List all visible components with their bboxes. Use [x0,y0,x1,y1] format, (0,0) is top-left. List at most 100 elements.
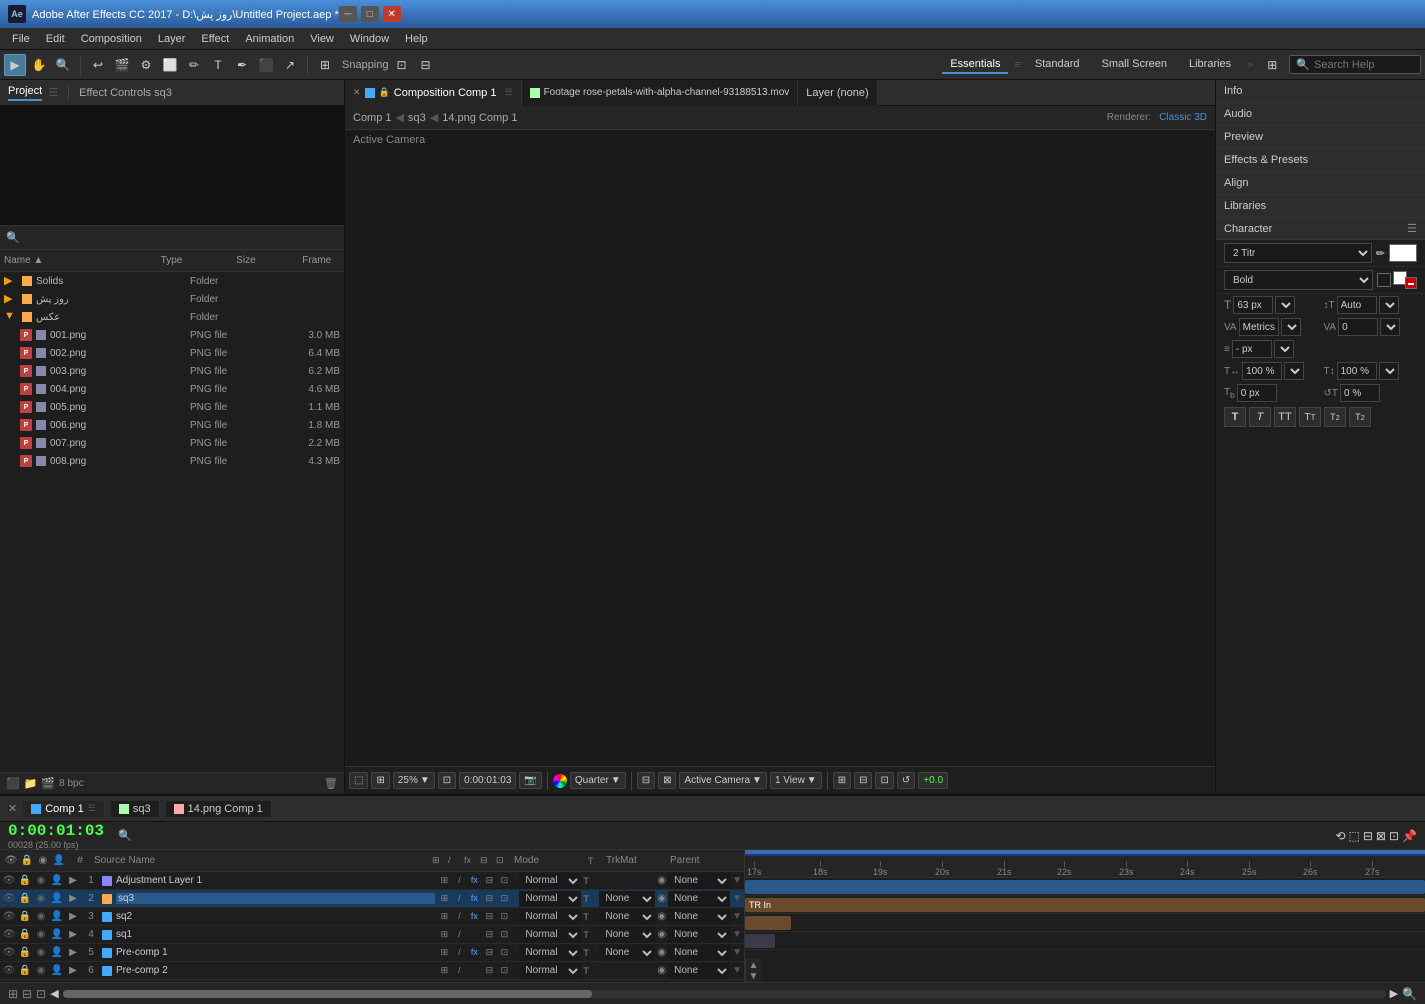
menu-composition[interactable]: Composition [73,31,150,47]
layer2-shy[interactable]: 👤 [50,893,64,904]
layer3-eye[interactable]: 👁 [2,911,16,922]
layer5-parent-dropdown[interactable]: ▼ [732,947,742,958]
layer5-trkmat[interactable]: None [599,945,655,961]
layer1-sw4[interactable]: ⊟ [482,875,496,886]
vt-view-count-btn[interactable]: 1 View ▼ [770,772,822,789]
menu-file[interactable]: File [4,31,38,47]
layer4-parent[interactable]: None [668,927,730,943]
preview-header[interactable]: Preview [1216,126,1425,148]
layer6-parent-dropdown[interactable]: ▼ [732,965,742,976]
layer5-shy[interactable]: 👤 [50,947,64,958]
renderer-value[interactable]: Classic 3D [1159,112,1207,123]
layer4-shy[interactable]: 👤 [50,929,64,940]
layer6-sw1[interactable]: ⊞ [437,965,451,976]
font-select[interactable]: 2 Titr [1224,243,1372,263]
layer-tab[interactable]: Layer (none) [798,80,877,106]
vt-3d-btn[interactable]: ⊞ [833,772,851,789]
layer4-eye[interactable]: 👁 [2,929,16,940]
maximize-button[interactable]: □ [361,6,379,22]
layer2-trkmat[interactable]: None [599,891,655,907]
menu-view[interactable]: View [302,31,342,47]
tl-view-icon[interactable]: ⬛ [6,777,20,790]
kerning-dropdown[interactable]: ▼ [1281,318,1301,336]
layer3-mode[interactable]: Normal [519,909,581,925]
layer1-fx[interactable]: fx [467,875,481,886]
tl-toggle5[interactable]: ⊡ [1389,829,1399,843]
vt-preview-btn[interactable]: ⊞ [371,772,389,789]
layer5-sw5[interactable]: ⊡ [497,947,511,958]
list-item[interactable]: P 008.png PNG file 4.3 MB [0,452,344,470]
layer2-parent-dropdown[interactable]: ▼ [732,893,742,904]
tool-settings[interactable]: ⚙ [135,54,157,76]
tl-markers[interactable]: ⊡ [36,987,46,1001]
tool-undo[interactable]: ↩ [87,54,109,76]
vscale-input[interactable] [1337,362,1377,380]
trash-icon[interactable]: 🗑 [324,777,338,790]
layer1-sw1[interactable]: ⊞ [437,875,451,886]
layer5-eye[interactable]: 👁 [2,947,16,958]
menu-edit[interactable]: Edit [38,31,73,47]
project-menu-icon[interactable]: ☰ [48,86,58,99]
vt-offset-btn[interactable]: +0.0 [918,772,948,789]
layer5-expand[interactable]: ▶ [66,947,80,958]
track-bar-2[interactable]: TR In [745,898,1425,912]
workspace-essentials[interactable]: Essentials [942,56,1008,74]
tl-toggle4[interactable]: ⊠ [1376,829,1386,843]
layer1-parent[interactable]: None [668,873,730,889]
layer4-sw5[interactable]: ⊡ [497,929,511,940]
layer4-sw3[interactable] [467,929,481,940]
leading-unit[interactable]: ▼ [1379,296,1399,314]
tl-toggle2[interactable]: ⬚ [1349,829,1360,843]
tl-scroll-left[interactable]: ◀ [50,987,58,1000]
layer6-shy[interactable]: 👤 [50,965,64,976]
tl-toggle6[interactable]: 📌 [1402,829,1417,843]
layer4-lock[interactable]: 🔒 [18,929,32,940]
faux-bold-btn[interactable]: T [1224,407,1246,427]
close-button[interactable]: ✕ [383,6,401,22]
layer6-parent[interactable]: None [668,963,730,979]
tracking-input[interactable] [1338,318,1378,336]
tl-tab-menu[interactable]: ☰ [88,803,96,814]
minimize-button[interactable]: ─ [339,6,357,22]
layer3-expand[interactable]: ▶ [66,911,80,922]
vt-camera-dropdown[interactable]: ▼ [752,775,762,786]
timecode-value[interactable]: 0:00:01:03 [8,822,104,840]
list-item[interactable]: ▶ روز پش Folder [0,290,344,308]
vt-quality-dropdown[interactable]: ▼ [611,775,621,786]
layer4-trkmat[interactable]: None [599,927,655,943]
tl-toggle3[interactable]: ⊟ [1363,829,1373,843]
tool-snap[interactable]: ⊞ [314,54,336,76]
layer5-sw1[interactable]: ⊞ [437,947,451,958]
layer5-mode[interactable]: Normal [519,945,581,961]
tool-pen[interactable]: ✏ [183,54,205,76]
list-item[interactable]: P 001.png PNG file 3.0 MB [0,326,344,344]
kerning-input[interactable] [1239,318,1279,336]
breadcrumb-comp1[interactable]: Comp 1 [353,112,392,124]
baseline-input[interactable] [1237,384,1277,402]
vt-fit-btn[interactable]: ⊡ [438,772,456,789]
layer2-lock[interactable]: 🔒 [18,893,32,904]
leading-value[interactable] [1232,340,1272,358]
workspace-standard[interactable]: Standard [1027,56,1088,74]
vt-color-wheel[interactable] [553,774,567,788]
tool-clone[interactable]: ⬛ [255,54,277,76]
stroke-color-swatch[interactable] [1405,277,1417,289]
layer4-sw4[interactable]: ⊟ [482,929,496,940]
layer3-shy[interactable]: 👤 [50,911,64,922]
list-item[interactable]: ▶ Solids Folder [0,272,344,290]
layer1-shy[interactable]: 👤 [50,875,64,886]
vt-toggle-a[interactable]: ⊟ [637,772,655,789]
tl-scrollbar-thumb[interactable] [63,990,592,998]
layer4-expand[interactable]: ▶ [66,929,80,940]
layer2-sw1[interactable]: ⊞ [437,893,451,904]
vt-camera-btn[interactable]: 📷 [519,772,541,789]
layer6-solo[interactable]: ◉ [34,965,48,976]
effects-presets-header[interactable]: Effects & Presets [1216,149,1425,171]
list-item[interactable]: P 002.png PNG file 6.4 MB [0,344,344,362]
vt-active-camera-btn[interactable]: Active Camera ▼ [679,772,766,789]
tracking-dropdown[interactable]: ▼ [1380,318,1400,336]
superscript-btn[interactable]: T2 [1324,407,1346,427]
layer1-eye[interactable]: 👁 [2,875,16,886]
tl-solo-all[interactable]: ⊟ [22,987,32,1001]
timeline-tab-14png[interactable]: 14.png Comp 1 [166,801,272,817]
